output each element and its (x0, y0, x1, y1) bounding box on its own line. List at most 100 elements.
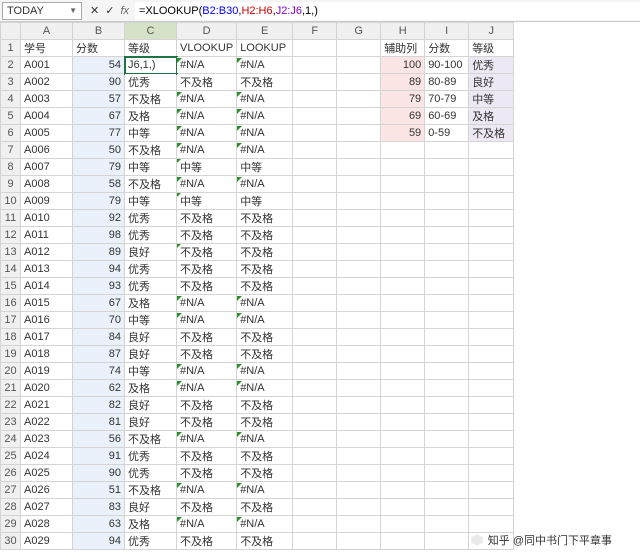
cell-F4[interactable] (293, 91, 337, 108)
cell-C28[interactable]: 良好 (125, 499, 177, 516)
cell-B4[interactable]: 57 (73, 91, 125, 108)
cell-I18[interactable] (425, 329, 469, 346)
cell-H4[interactable]: 79 (381, 91, 425, 108)
cell-D16[interactable]: #N/A (177, 295, 237, 312)
cell-J15[interactable] (469, 278, 514, 295)
cell-G26[interactable] (337, 465, 381, 482)
cell-I21[interactable] (425, 380, 469, 397)
cell-H2[interactable]: 100 (381, 57, 425, 74)
col-header-J[interactable]: J (469, 23, 514, 40)
cell-C14[interactable]: 优秀 (125, 261, 177, 278)
cell-B6[interactable]: 77 (73, 125, 125, 142)
cell-F13[interactable] (293, 244, 337, 261)
cell-A26[interactable]: A025 (21, 465, 73, 482)
cell-D24[interactable]: #N/A (177, 431, 237, 448)
cell-H3[interactable]: 89 (381, 74, 425, 91)
cell-J27[interactable] (469, 482, 514, 499)
cell-G19[interactable] (337, 346, 381, 363)
cell-A18[interactable]: A017 (21, 329, 73, 346)
cell-H22[interactable] (381, 397, 425, 414)
cell-I23[interactable] (425, 414, 469, 431)
cell-A8[interactable]: A007 (21, 159, 73, 176)
cell-F12[interactable] (293, 227, 337, 244)
cell-J23[interactable] (469, 414, 514, 431)
cell-H27[interactable] (381, 482, 425, 499)
cell-I22[interactable] (425, 397, 469, 414)
cell-A22[interactable]: A021 (21, 397, 73, 414)
cell-C21[interactable]: 及格 (125, 380, 177, 397)
cell-J18[interactable] (469, 329, 514, 346)
cell-C16[interactable]: 及格 (125, 295, 177, 312)
cell-J4[interactable]: 中等 (469, 91, 514, 108)
cell-C15[interactable]: 优秀 (125, 278, 177, 295)
name-box[interactable]: TODAY ▼ (2, 2, 82, 20)
cell-E22[interactable]: 不及格 (237, 397, 293, 414)
select-all[interactable] (1, 23, 21, 40)
cell-H26[interactable] (381, 465, 425, 482)
row-header-19[interactable]: 19 (1, 346, 21, 363)
cell-I14[interactable] (425, 261, 469, 278)
col-header-E[interactable]: E (237, 23, 293, 40)
cell-G25[interactable] (337, 448, 381, 465)
cell-H23[interactable] (381, 414, 425, 431)
cell-J3[interactable]: 良好 (469, 74, 514, 91)
cell-D26[interactable]: 不及格 (177, 465, 237, 482)
cell-D9[interactable]: #N/A (177, 176, 237, 193)
cell-J1[interactable]: 等级 (469, 40, 514, 57)
cell-E13[interactable]: 不及格 (237, 244, 293, 261)
cell-E25[interactable]: 不及格 (237, 448, 293, 465)
cell-H7[interactable] (381, 142, 425, 159)
cell-A20[interactable]: A019 (21, 363, 73, 380)
cell-E8[interactable]: 中等 (237, 159, 293, 176)
cell-J5[interactable]: 及格 (469, 108, 514, 125)
cell-A16[interactable]: A015 (21, 295, 73, 312)
cell-F15[interactable] (293, 278, 337, 295)
cell-D12[interactable]: 不及格 (177, 227, 237, 244)
cell-J13[interactable] (469, 244, 514, 261)
cell-C7[interactable]: 不及格 (125, 142, 177, 159)
col-header-H[interactable]: H (381, 23, 425, 40)
cell-H9[interactable] (381, 176, 425, 193)
cell-J9[interactable] (469, 176, 514, 193)
cell-I5[interactable]: 60-69 (425, 108, 469, 125)
cancel-icon[interactable]: ✕ (90, 4, 99, 17)
cell-G11[interactable] (337, 210, 381, 227)
cell-D25[interactable]: 不及格 (177, 448, 237, 465)
cell-D11[interactable]: 不及格 (177, 210, 237, 227)
cell-A6[interactable]: A005 (21, 125, 73, 142)
cell-G18[interactable] (337, 329, 381, 346)
cell-I3[interactable]: 80-89 (425, 74, 469, 91)
row-header-4[interactable]: 4 (1, 91, 21, 108)
cell-F22[interactable] (293, 397, 337, 414)
cell-B23[interactable]: 81 (73, 414, 125, 431)
cell-H13[interactable] (381, 244, 425, 261)
cell-J29[interactable] (469, 516, 514, 533)
cell-J11[interactable] (469, 210, 514, 227)
cell-B28[interactable]: 83 (73, 499, 125, 516)
cell-J21[interactable] (469, 380, 514, 397)
cell-D5[interactable]: #N/A (177, 108, 237, 125)
cell-G29[interactable] (337, 516, 381, 533)
cell-C11[interactable]: 优秀 (125, 210, 177, 227)
cell-F21[interactable] (293, 380, 337, 397)
row-header-13[interactable]: 13 (1, 244, 21, 261)
cell-C9[interactable]: 不及格 (125, 176, 177, 193)
row-header-20[interactable]: 20 (1, 363, 21, 380)
cell-E27[interactable]: #N/A (237, 482, 293, 499)
cell-F14[interactable] (293, 261, 337, 278)
cell-E2[interactable]: #N/A (237, 57, 293, 74)
cell-D3[interactable]: 不及格 (177, 74, 237, 91)
cell-E1[interactable]: LOOKUP (237, 40, 293, 57)
cell-D6[interactable]: #N/A (177, 125, 237, 142)
cell-B11[interactable]: 92 (73, 210, 125, 227)
cell-D7[interactable]: #N/A (177, 142, 237, 159)
cell-E28[interactable]: 不及格 (237, 499, 293, 516)
cell-F2[interactable] (293, 57, 337, 74)
row-header-29[interactable]: 29 (1, 516, 21, 533)
cell-C13[interactable]: 良好 (125, 244, 177, 261)
cell-I10[interactable] (425, 193, 469, 210)
cell-I19[interactable] (425, 346, 469, 363)
cell-G15[interactable] (337, 278, 381, 295)
cell-J28[interactable] (469, 499, 514, 516)
cell-F6[interactable] (293, 125, 337, 142)
